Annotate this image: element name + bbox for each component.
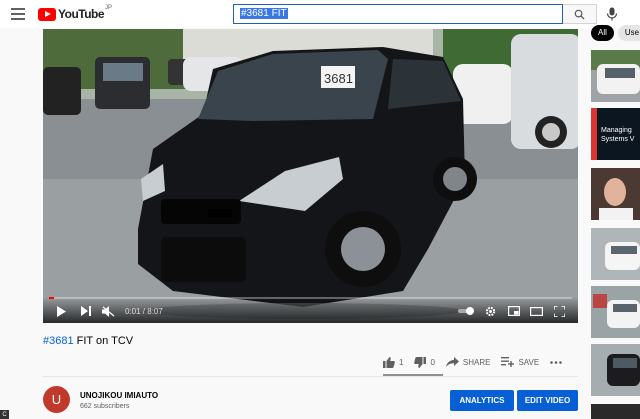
thumbnail-caption: Managing Systems V xyxy=(601,126,634,144)
theater-mode-icon xyxy=(529,306,543,316)
save-label: SAVE xyxy=(518,357,540,367)
search-query-selected: #3681 FIT xyxy=(240,8,288,19)
thumbs-up-icon xyxy=(383,356,395,368)
recommended-video-thumbnail[interactable] xyxy=(591,168,640,220)
video-frame: 3681 xyxy=(43,29,578,323)
play-icon xyxy=(57,305,66,317)
search-icon xyxy=(574,9,585,20)
masthead: YouTube JP #3681 FIT xyxy=(0,0,640,28)
search-input[interactable]: #3681 FIT xyxy=(233,4,563,24)
recommended-video-thumbnail[interactable] xyxy=(591,404,640,419)
volume-muted-icon xyxy=(101,305,114,317)
youtube-play-icon xyxy=(38,7,56,21)
thumbs-down-icon xyxy=(414,356,427,368)
autoplay-toggle[interactable] xyxy=(457,304,475,318)
dislike-button[interactable]: 0 xyxy=(414,356,435,368)
filter-chips: All Use xyxy=(591,25,640,41)
channel-avatar[interactable]: U xyxy=(43,386,70,413)
logo-text: YouTube xyxy=(58,7,105,21)
video-actions: 1 0 SHARE SAVE xyxy=(383,352,577,372)
corner-badge: C xyxy=(0,410,9,419)
play-button[interactable] xyxy=(55,304,67,318)
share-button[interactable]: SHARE xyxy=(445,357,491,367)
chip-all[interactable]: All xyxy=(591,25,614,41)
youtube-logo[interactable]: YouTube JP xyxy=(38,5,113,22)
theater-mode-button[interactable] xyxy=(529,304,543,318)
share-icon xyxy=(445,357,459,367)
car-thumbnail-image xyxy=(591,286,640,338)
car-thumbnail-image xyxy=(591,50,640,102)
person-thumbnail-image xyxy=(591,168,640,220)
windshield-number-plate: 3681 xyxy=(324,71,353,86)
thumbnail-caption-line: Managing xyxy=(601,127,632,134)
fullscreen-icon xyxy=(553,305,565,317)
microphone-icon[interactable] xyxy=(606,7,618,21)
recommended-video-thumbnail[interactable] xyxy=(591,50,640,102)
divider xyxy=(43,376,578,377)
autoplay-toggle-icon xyxy=(457,307,474,315)
like-count: 1 xyxy=(399,357,404,367)
next-button[interactable] xyxy=(80,304,92,318)
playlist-add-icon xyxy=(501,357,515,367)
recommended-video-thumbnail[interactable]: Managing Systems V xyxy=(591,108,640,160)
thumbnail-caption-line: Systems V xyxy=(601,136,635,143)
channel-name[interactable]: UNOJIKOU IMIAUTO xyxy=(80,391,158,400)
search-button[interactable] xyxy=(563,4,597,24)
logo-country-code: JP xyxy=(105,5,113,11)
analytics-button[interactable]: ANALYTICS xyxy=(450,390,514,411)
subscriber-count: 662 subscribers xyxy=(80,403,130,410)
title-text: FIT on TCV xyxy=(73,335,134,347)
menu-icon[interactable] xyxy=(11,8,25,20)
hashtag-link[interactable]: #3681 xyxy=(43,335,74,347)
recommended-video-thumbnail[interactable] xyxy=(591,286,640,338)
save-button[interactable]: SAVE xyxy=(501,357,539,367)
video-title: #3681 FIT on TCV xyxy=(43,335,133,347)
chip-used[interactable]: Use xyxy=(617,25,640,41)
skip-next-icon xyxy=(81,306,91,316)
fullscreen-button[interactable] xyxy=(553,304,565,318)
share-label: SHARE xyxy=(462,357,491,367)
recommended-video-thumbnail[interactable] xyxy=(591,344,640,396)
player-controls: 0:01 / 8:07 xyxy=(43,297,578,323)
like-button[interactable]: 1 xyxy=(383,356,404,368)
settings-button[interactable] xyxy=(484,304,496,318)
more-actions-button[interactable] xyxy=(550,360,566,364)
miniplayer-icon xyxy=(507,306,520,316)
dislike-count: 0 xyxy=(430,357,435,367)
more-horizontal-icon xyxy=(550,360,563,364)
video-player[interactable]: 3681 0:01 / 8:07 xyxy=(43,29,578,323)
miniplayer-button[interactable] xyxy=(507,304,520,318)
edit-video-button[interactable]: EDIT VIDEO xyxy=(517,390,578,411)
recommended-video-thumbnail[interactable] xyxy=(591,228,640,280)
mute-button[interactable] xyxy=(101,304,115,318)
thumbnail-accent xyxy=(591,108,597,160)
time-display: 0:01 / 8:07 xyxy=(125,307,163,316)
car-thumbnail-image xyxy=(591,344,640,396)
gear-icon xyxy=(485,306,495,316)
car-thumbnail-image xyxy=(591,228,640,280)
